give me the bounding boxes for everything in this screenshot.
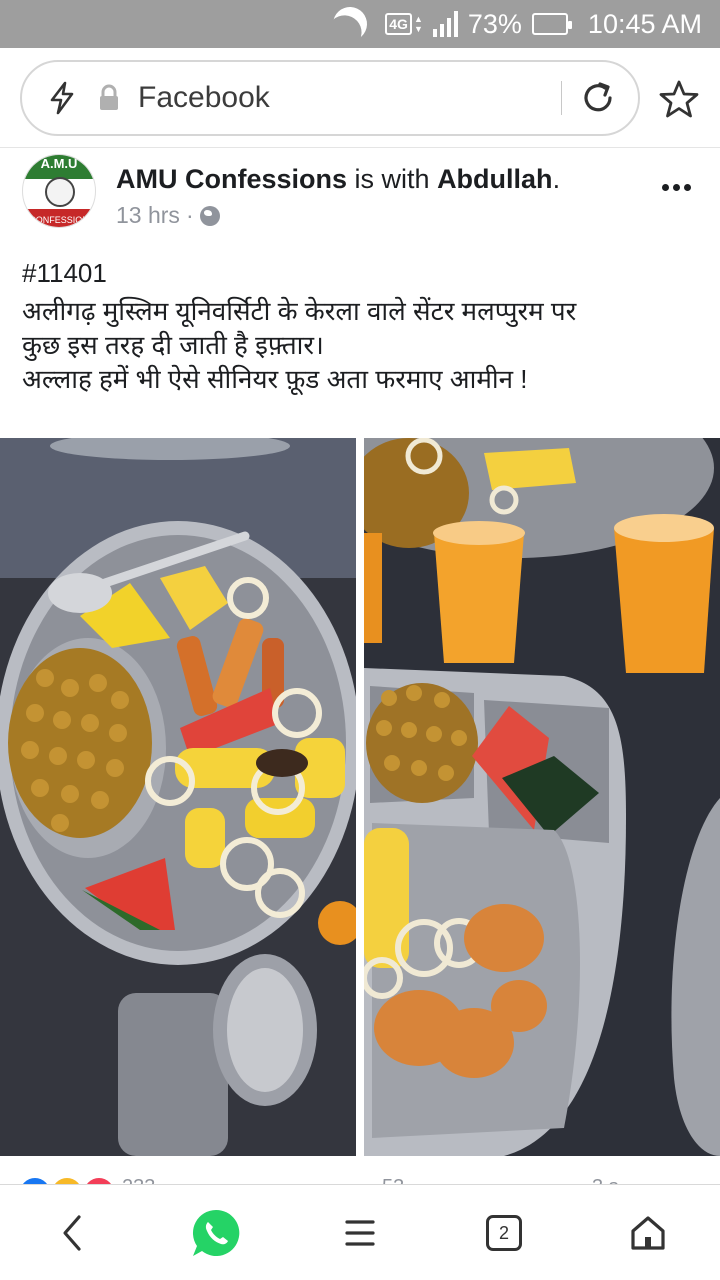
post-hashtag: #11401 bbox=[22, 258, 107, 288]
reload-icon[interactable] bbox=[576, 76, 620, 120]
more-dot-icon bbox=[683, 183, 691, 191]
page-name-link[interactable]: AMU Confessions bbox=[116, 164, 347, 194]
with-text: is with bbox=[347, 164, 438, 194]
signal-icon bbox=[432, 11, 458, 37]
post-title: AMU Confessions is with Abdullah. bbox=[116, 164, 560, 195]
lightning-icon[interactable] bbox=[44, 80, 80, 116]
globe-icon bbox=[199, 205, 220, 226]
data-arrows-icon: ▲ ▼ bbox=[413, 14, 423, 34]
avatar-text-top: A.M.U bbox=[40, 156, 78, 171]
tagged-user-link[interactable]: Abdullah bbox=[437, 164, 553, 194]
network-type: 4G bbox=[385, 13, 412, 35]
clock: 10:45 AM bbox=[587, 8, 702, 39]
tab-count: 2 bbox=[486, 1215, 522, 1251]
post-line-2: कुछ इस तरह दी जाती है इफ़्तार। bbox=[22, 330, 324, 360]
do-not-disturb-icon bbox=[328, 2, 372, 46]
star-icon[interactable] bbox=[656, 76, 702, 122]
network-indicator: 4G ▲ ▼ bbox=[385, 13, 423, 35]
menu-icon[interactable] bbox=[330, 1205, 390, 1261]
post-photo-1[interactable] bbox=[0, 438, 356, 1156]
post-text: #11401 अलीगढ़ मुस्लिम यूनिवर्सिटी के केर… bbox=[22, 256, 698, 396]
post-header: A.M.U CONFESSION AMU Confessions is with… bbox=[0, 150, 720, 240]
browser-toolbar: Facebook bbox=[0, 48, 720, 148]
battery-percent: 73% bbox=[467, 8, 522, 39]
whatsapp-icon[interactable] bbox=[186, 1205, 246, 1261]
title-period: . bbox=[552, 164, 561, 194]
more-dot-icon bbox=[672, 183, 680, 191]
bottom-navigation: 2 bbox=[0, 1184, 720, 1280]
post-meta: 13 hrs · bbox=[116, 202, 220, 229]
post-line-3: अल्लाह हमें भी ऐसे सीनियर फ़ूड अता फरमाए… bbox=[22, 364, 528, 394]
reactions-bar[interactable]: 233 53 3 s bbox=[0, 1156, 720, 1186]
page-title: Facebook bbox=[138, 81, 270, 114]
avatar[interactable]: A.M.U CONFESSION bbox=[22, 154, 96, 228]
post-time[interactable]: 13 hrs bbox=[116, 202, 180, 229]
status-bar: 4G ▲ ▼ 73% 10:45 AM bbox=[0, 0, 720, 48]
address-divider bbox=[561, 81, 562, 115]
back-icon[interactable] bbox=[42, 1205, 102, 1261]
home-icon[interactable] bbox=[618, 1205, 678, 1261]
crest-icon bbox=[45, 177, 75, 207]
avatar-text-bottom: CONFESSION bbox=[29, 215, 89, 225]
more-options-button[interactable] bbox=[656, 172, 696, 202]
meta-separator: · bbox=[185, 202, 194, 228]
post-photo-2[interactable] bbox=[364, 438, 720, 1156]
tabs-icon[interactable]: 2 bbox=[474, 1205, 534, 1261]
address-bar[interactable]: Facebook bbox=[20, 60, 640, 136]
more-dot-icon bbox=[661, 183, 669, 191]
battery-icon bbox=[531, 13, 572, 35]
lock-icon bbox=[96, 83, 122, 113]
post-line-1: अलीगढ़ मुस्लिम यूनिवर्सिटी के केरला वाले… bbox=[22, 296, 577, 326]
